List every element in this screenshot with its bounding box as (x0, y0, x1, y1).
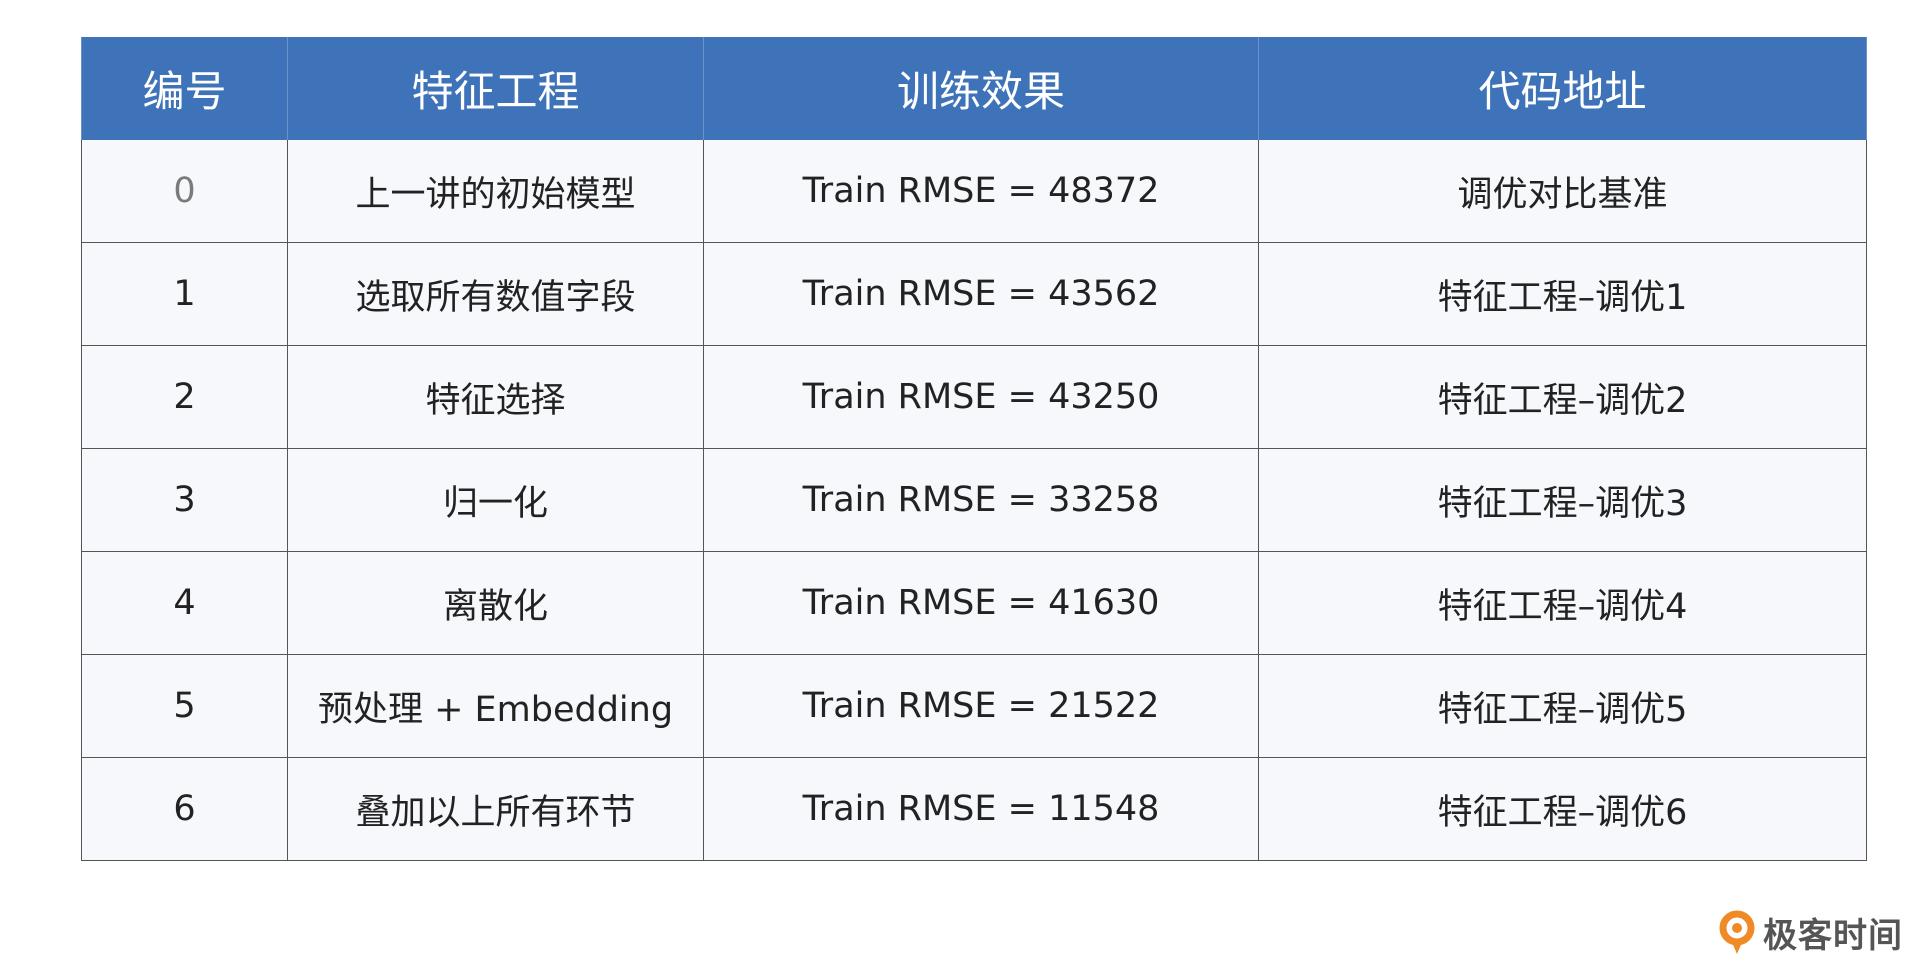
cell-code: 特征工程–调优5 (1258, 654, 1867, 758)
results-table: 编号 特征工程 训练效果 代码地址 0 上一讲的初始模型 Train RMSE … (81, 37, 1867, 861)
header-code-link: 代码地址 (1258, 37, 1867, 140)
cell-id: 4 (81, 551, 288, 655)
header-training-result: 训练效果 (703, 37, 1259, 140)
cell-id: 3 (81, 448, 288, 552)
table-header: 编号 特征工程 训练效果 代码地址 (81, 37, 1867, 140)
header-feature-engineering: 特征工程 (287, 37, 704, 140)
table-row: 3 归一化 Train RMSE = 33258 特征工程–调优3 (81, 448, 1867, 552)
cell-id: 2 (81, 345, 288, 449)
table-row: 6 叠加以上所有环节 Train RMSE = 11548 特征工程–调优6 (81, 757, 1867, 861)
cell-code: 特征工程–调优2 (1258, 345, 1867, 449)
cell-id: 1 (81, 242, 288, 346)
table-row: 1 选取所有数值字段 Train RMSE = 43562 特征工程–调优1 (81, 242, 1867, 346)
cell-feature: 离散化 (287, 551, 704, 655)
cell-code: 特征工程–调优6 (1258, 757, 1867, 861)
cell-result: Train RMSE = 11548 (703, 757, 1259, 861)
cell-result: Train RMSE = 43250 (703, 345, 1259, 449)
cell-result: Train RMSE = 43562 (703, 242, 1259, 346)
cell-feature: 上一讲的初始模型 (287, 140, 704, 243)
cell-result: Train RMSE = 48372 (703, 140, 1259, 243)
cell-code: 特征工程–调优4 (1258, 551, 1867, 655)
cell-code: 特征工程–调优3 (1258, 448, 1867, 552)
header-id: 编号 (81, 37, 288, 140)
cell-code: 调优对比基准 (1258, 140, 1867, 243)
brand-watermark: 极客时间 (1717, 908, 1903, 957)
cell-code: 特征工程–调优1 (1258, 242, 1867, 346)
cell-result: Train RMSE = 41630 (703, 551, 1259, 655)
table-row: 4 离散化 Train RMSE = 41630 特征工程–调优4 (81, 551, 1867, 655)
table-body: 0 上一讲的初始模型 Train RMSE = 48372 调优对比基准 1 选… (81, 140, 1867, 861)
cell-id: 5 (81, 654, 288, 758)
cell-feature: 特征选择 (287, 345, 704, 449)
cell-feature: 归一化 (287, 448, 704, 552)
cell-id: 0 (81, 140, 288, 243)
cell-feature: 选取所有数值字段 (287, 242, 704, 346)
cell-feature: 预处理 + Embedding (287, 654, 704, 758)
cell-feature: 叠加以上所有环节 (287, 757, 704, 861)
cell-id: 6 (81, 757, 288, 861)
table-row: 0 上一讲的初始模型 Train RMSE = 48372 调优对比基准 (81, 140, 1867, 243)
table-row: 2 特征选择 Train RMSE = 43250 特征工程–调优2 (81, 345, 1867, 449)
brand-name: 极客时间 (1763, 916, 1903, 956)
cell-result: Train RMSE = 21522 (703, 654, 1259, 758)
geektime-logo-icon (1719, 910, 1755, 954)
header-row: 编号 特征工程 训练效果 代码地址 (81, 37, 1867, 140)
page: 编号 特征工程 训练效果 代码地址 0 上一讲的初始模型 Train RMSE … (0, 0, 1920, 974)
cell-result: Train RMSE = 33258 (703, 448, 1259, 552)
table-row: 5 预处理 + Embedding Train RMSE = 21522 特征工… (81, 654, 1867, 758)
